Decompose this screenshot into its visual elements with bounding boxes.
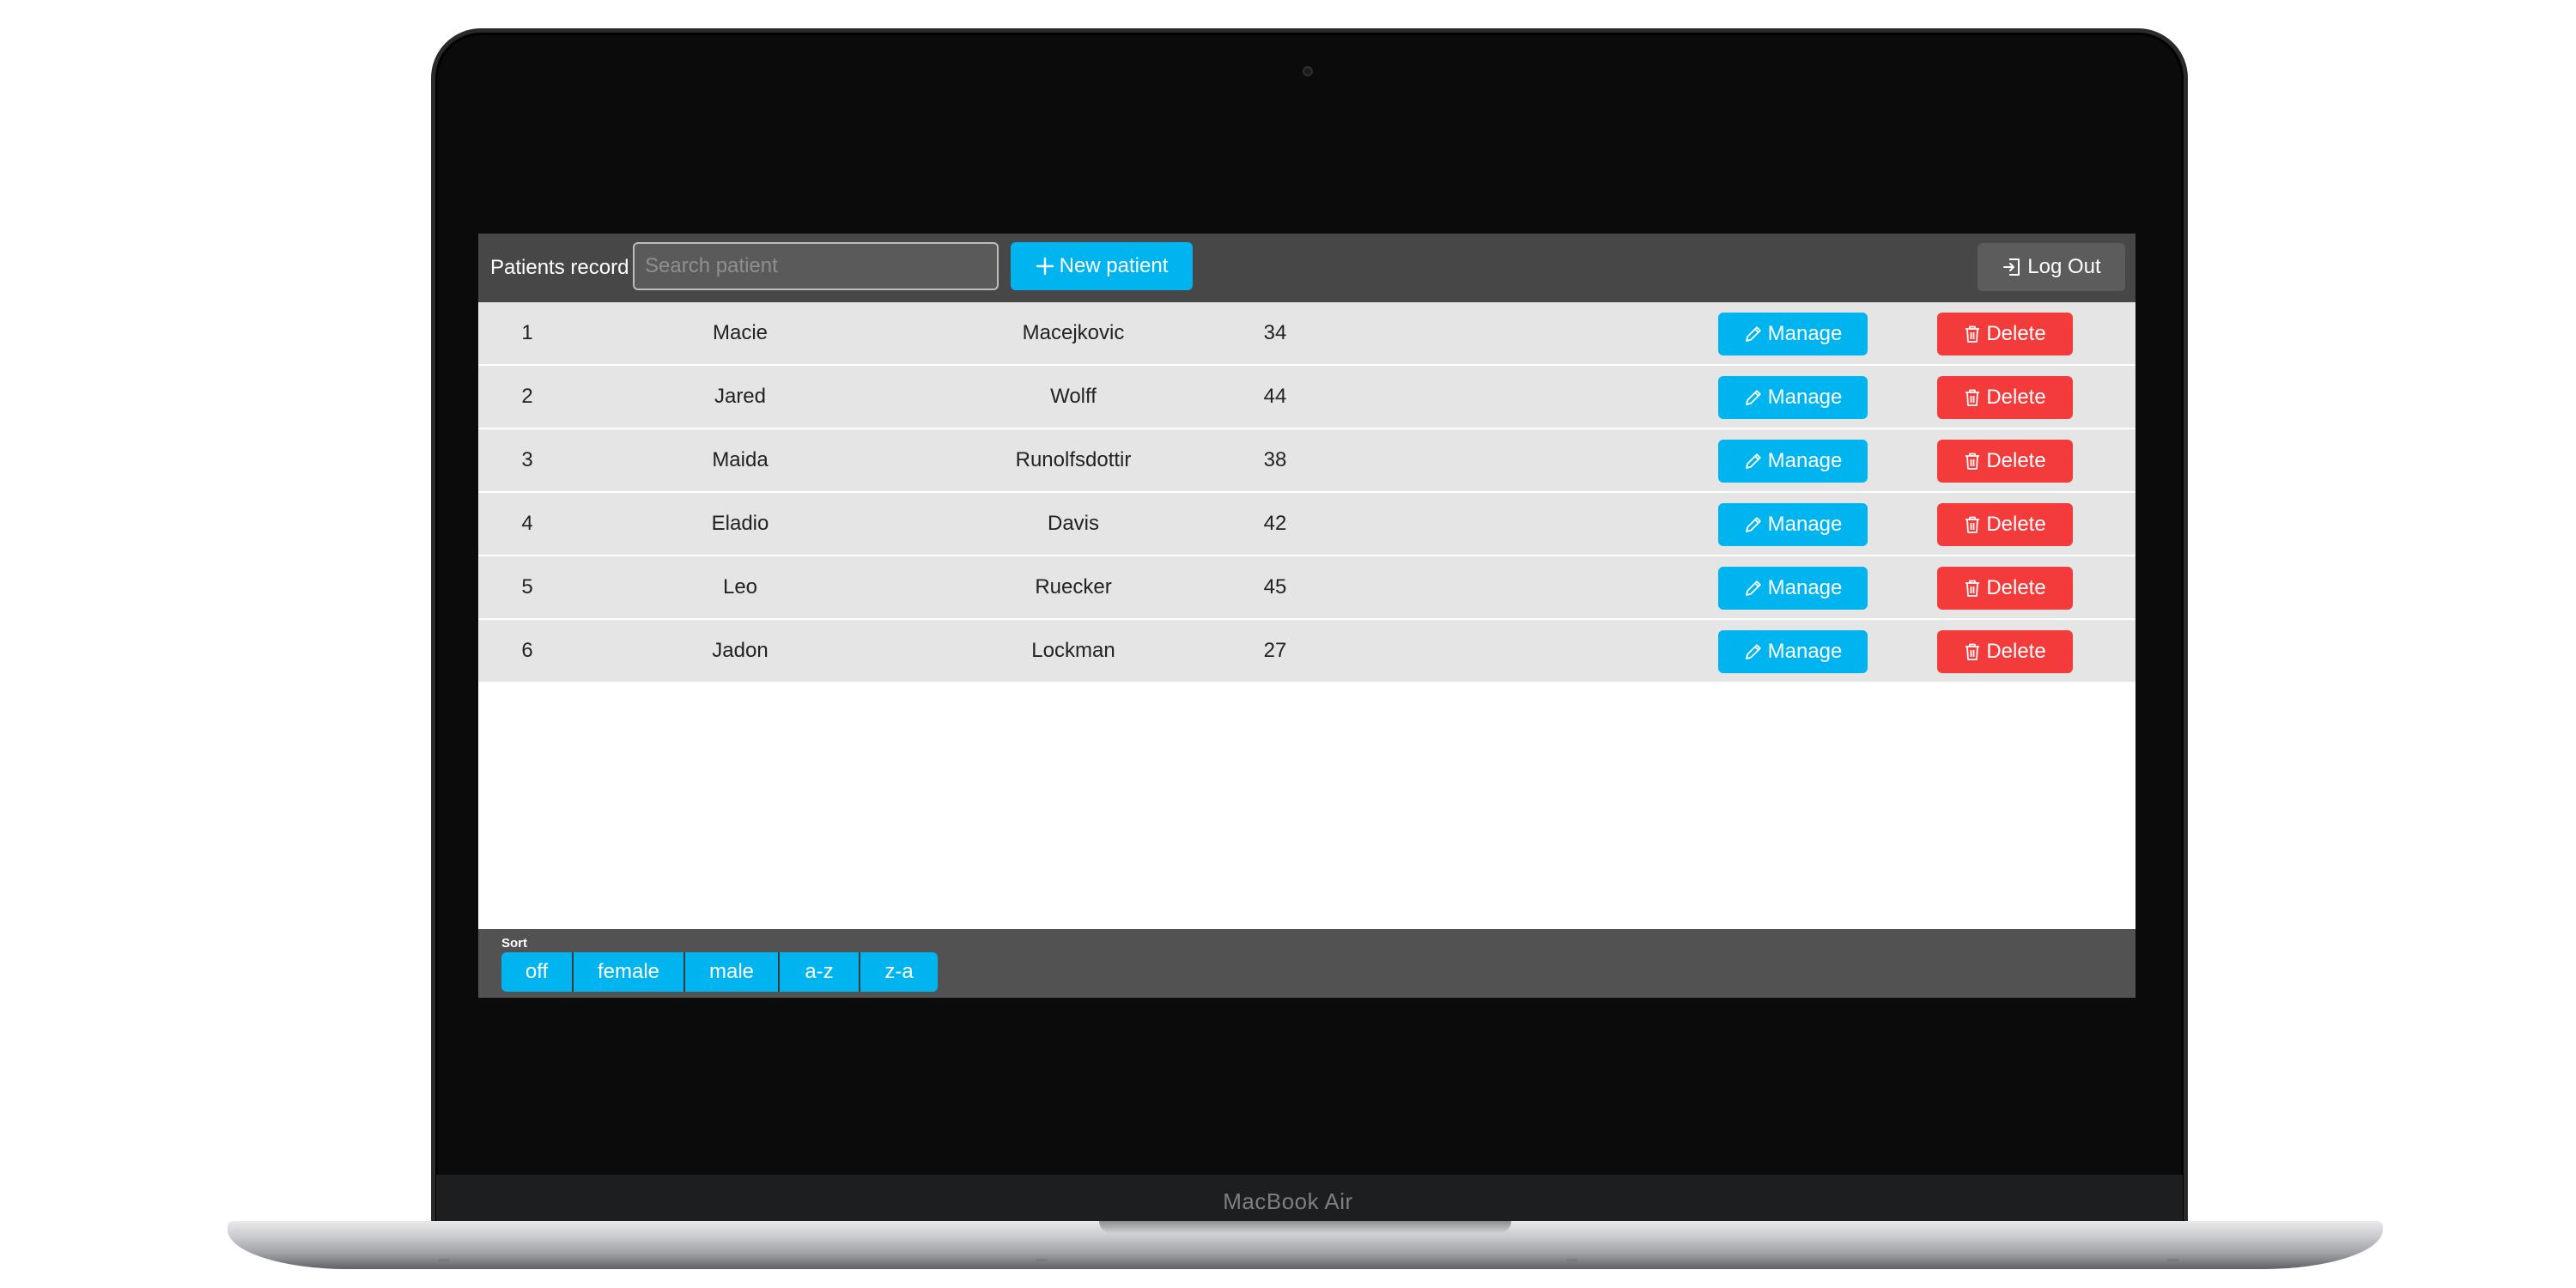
table-row: 5 Leo Ruecker 45 Manage Delete [478, 556, 2136, 620]
patient-id: 1 [521, 321, 533, 344]
laptop-foot [1036, 1259, 1048, 1262]
plus-icon [1036, 257, 1054, 276]
table-row: 2 Jared Wolff 44 Manage Delete [478, 366, 2136, 429]
trash-icon [1964, 642, 1981, 661]
sort-off-button[interactable]: off [501, 952, 574, 992]
trash-icon [1964, 515, 1981, 534]
trash-icon [1964, 388, 1981, 407]
page-title: Patients record [490, 256, 629, 279]
trash-icon [1964, 452, 1981, 471]
delete-label: Delete [1986, 640, 2046, 663]
manage-label: Manage [1767, 576, 1843, 599]
app-screen: Patients record New patient Log Out 1 Ma… [478, 234, 2136, 998]
sort-z-a-button[interactable]: z-a [860, 952, 938, 992]
manage-button[interactable]: Manage [1718, 503, 1868, 546]
sort-male-button[interactable]: male [685, 952, 780, 992]
patient-last-name: Runolfsdottir [1015, 448, 1132, 471]
manage-button[interactable]: Manage [1718, 567, 1868, 610]
patient-last-name: Davis [1047, 512, 1099, 535]
patient-first-name: Jadon [712, 639, 769, 662]
laptop-foot [438, 1259, 450, 1262]
patient-id: 3 [521, 448, 533, 471]
patients-table: 1 Macie Macejkovic 34 Manage Delete 2 Ja… [478, 302, 2136, 683]
patient-id: 2 [521, 385, 533, 408]
patient-last-name: Wolff [1050, 385, 1097, 408]
manage-label: Manage [1767, 322, 1843, 345]
new-patient-button[interactable]: New patient [1011, 242, 1193, 290]
laptop-foot [1566, 1259, 1578, 1262]
pencil-icon [1744, 579, 1763, 598]
manage-button[interactable]: Manage [1718, 630, 1868, 673]
manage-label: Manage [1767, 386, 1843, 409]
delete-button[interactable]: Delete [1937, 313, 2073, 355]
delete-label: Delete [1986, 576, 2046, 599]
patient-age: 27 [1263, 639, 1287, 662]
new-patient-label: New patient [1059, 254, 1169, 277]
table-row: 3 Maida Runolfsdottir 38 Manage Delete [478, 429, 2136, 493]
sort-label: Sort [501, 936, 527, 951]
patient-first-name: Leo [722, 575, 758, 598]
pencil-icon [1744, 325, 1763, 343]
manage-label: Manage [1767, 449, 1843, 472]
patient-first-name: Macie [712, 321, 769, 344]
patient-id: 4 [521, 512, 533, 535]
delete-button[interactable]: Delete [1937, 503, 2073, 546]
laptop-chin [436, 1175, 2183, 1228]
manage-button[interactable]: Manage [1718, 313, 1868, 355]
search-input[interactable] [633, 242, 999, 290]
patient-first-name: Jared [714, 385, 767, 408]
trash-icon [1964, 579, 1981, 598]
sort-a-z-button[interactable]: a-z [780, 952, 860, 992]
sort-female-button[interactable]: female [574, 952, 685, 992]
patient-age: 34 [1263, 321, 1287, 344]
table-row: 4 Eladio Davis 42 Manage Delete [478, 493, 2136, 556]
patient-id: 5 [521, 575, 533, 598]
delete-label: Delete [1986, 449, 2046, 472]
camera-icon [1303, 66, 1313, 76]
delete-button[interactable]: Delete [1937, 376, 2073, 419]
pencil-icon [1744, 452, 1763, 471]
delete-button[interactable]: Delete [1937, 567, 2073, 610]
sort-bar: Sort off female male a-z z-a [478, 929, 2136, 998]
manage-button[interactable]: Manage [1718, 440, 1868, 483]
top-bar: Patients record New patient Log Out [478, 234, 2136, 302]
sort-options: off female male a-z z-a [501, 952, 938, 992]
manage-label: Manage [1767, 513, 1843, 536]
laptop-hinge-notch [1099, 1221, 1511, 1233]
delete-label: Delete [1986, 386, 2046, 409]
delete-label: Delete [1986, 322, 2046, 345]
patient-last-name: Macejkovic [1022, 321, 1125, 344]
logout-icon [2002, 257, 2022, 277]
pencil-icon [1744, 642, 1763, 661]
patient-age: 42 [1263, 512, 1287, 535]
patient-id: 6 [521, 639, 533, 662]
patient-first-name: Maida [712, 448, 769, 471]
table-row: 1 Macie Macejkovic 34 Manage Delete [478, 302, 2136, 366]
delete-label: Delete [1986, 513, 2046, 536]
patient-first-name: Eladio [711, 512, 769, 535]
manage-button[interactable]: Manage [1718, 376, 1868, 419]
delete-button[interactable]: Delete [1937, 440, 2073, 483]
delete-button[interactable]: Delete [1937, 630, 2073, 673]
patient-age: 45 [1263, 575, 1287, 598]
trash-icon [1964, 325, 1981, 343]
manage-label: Manage [1767, 640, 1843, 663]
patient-age: 38 [1263, 448, 1287, 471]
pencil-icon [1744, 515, 1763, 534]
patient-last-name: Ruecker [1035, 575, 1112, 598]
patient-age: 44 [1263, 385, 1287, 408]
laptop-foot [2167, 1259, 2179, 1262]
pencil-icon [1744, 388, 1763, 407]
table-row: 6 Jadon Lockman 27 Manage Delete [478, 620, 2136, 683]
logout-button[interactable]: Log Out [1978, 243, 2125, 291]
patient-last-name: Lockman [1031, 639, 1115, 662]
logout-label: Log Out [2027, 255, 2101, 278]
